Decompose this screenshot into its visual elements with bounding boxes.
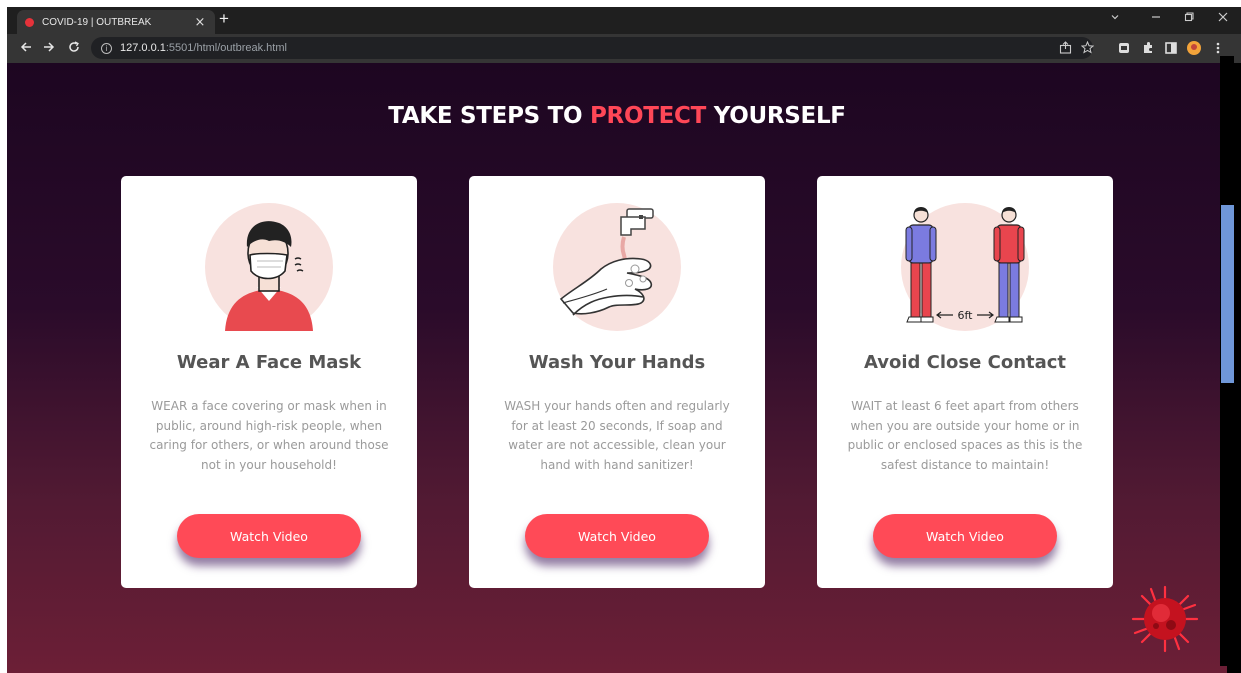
hand-washing-illustration: [553, 203, 681, 331]
card-close-contact: 6ft Avoid Close Contact WAIT at least 6 …: [817, 176, 1113, 588]
page-headline: TAKE STEPS TO PROTECT YOURSELF: [7, 103, 1227, 129]
tab-bar: COVID-19 | OUTBREAK × +: [7, 7, 1241, 34]
back-icon[interactable]: [17, 40, 35, 56]
profile-avatar[interactable]: [1187, 41, 1201, 55]
distance-label: 6ft: [958, 309, 974, 322]
face-mask-illustration: [205, 203, 333, 331]
headline-accent: PROTECT: [589, 103, 706, 129]
minimize-icon[interactable]: [1146, 11, 1166, 25]
card-face-mask: Wear A Face Mask WEAR a face covering or…: [121, 176, 417, 588]
forward-icon[interactable]: [40, 40, 58, 56]
tab-search-icon[interactable]: [1105, 11, 1125, 25]
card-title: Avoid Close Contact: [863, 352, 1067, 373]
page-viewport: TAKE STEPS TO PROTECT YOURSELF Wear A Fa…: [7, 63, 1227, 673]
url-host: 127.0.0.1: [120, 42, 166, 54]
tab-close-icon[interactable]: ×: [193, 15, 207, 30]
new-tab-button[interactable]: +: [219, 9, 229, 29]
scrollbar-thumb[interactable]: [1221, 205, 1234, 383]
side-panel-icon[interactable]: [1164, 41, 1178, 55]
close-window-icon[interactable]: [1213, 11, 1233, 25]
virus-icon: [1131, 585, 1199, 653]
bookmark-star-icon[interactable]: [1080, 40, 1095, 57]
watch-video-button-mask[interactable]: Watch Video: [177, 514, 361, 558]
social-distance-illustration: 6ft: [901, 203, 1029, 331]
browser-toolbar: i 127.0.0.1:5501/html/outbreak.html: [7, 34, 1241, 63]
browser-window: COVID-19 | OUTBREAK × + i 127.0.0.1:550: [7, 7, 1241, 673]
address-bar[interactable]: i 127.0.0.1:5501/html/outbreak.html: [91, 37, 1095, 59]
headline-pre: TAKE STEPS TO: [388, 103, 590, 129]
card-description: WASH your hands often and regularly for …: [504, 399, 730, 472]
watch-video-button-wash[interactable]: Watch Video: [525, 514, 709, 558]
browser-menu-icon[interactable]: [1211, 41, 1225, 55]
card-description: WAIT at least 6 feet apart from others w…: [847, 399, 1083, 472]
extensions-puzzle-icon[interactable]: [1141, 41, 1155, 55]
url-path: :5501/html/outbreak.html: [165, 42, 287, 54]
card-wash-hands: Wash Your Hands WASH your hands often an…: [469, 176, 765, 588]
card-title: Wash Your Hands: [528, 352, 706, 373]
site-info-icon[interactable]: i: [101, 42, 112, 54]
favicon-icon: [25, 17, 34, 27]
restore-icon[interactable]: [1179, 11, 1199, 25]
extension-icon[interactable]: [1117, 41, 1131, 55]
card-description: WEAR a face covering or mask when in pub…: [149, 399, 389, 472]
headline-post: YOURSELF: [705, 103, 846, 129]
share-icon[interactable]: [1059, 41, 1072, 57]
tab-title: COVID-19 | OUTBREAK: [42, 16, 152, 28]
reload-icon[interactable]: [65, 40, 83, 56]
tab-covid-outbreak[interactable]: COVID-19 | OUTBREAK ×: [17, 10, 215, 34]
watch-video-button-contact[interactable]: Watch Video: [873, 514, 1057, 558]
card-title: Wear A Face Mask: [176, 352, 362, 373]
